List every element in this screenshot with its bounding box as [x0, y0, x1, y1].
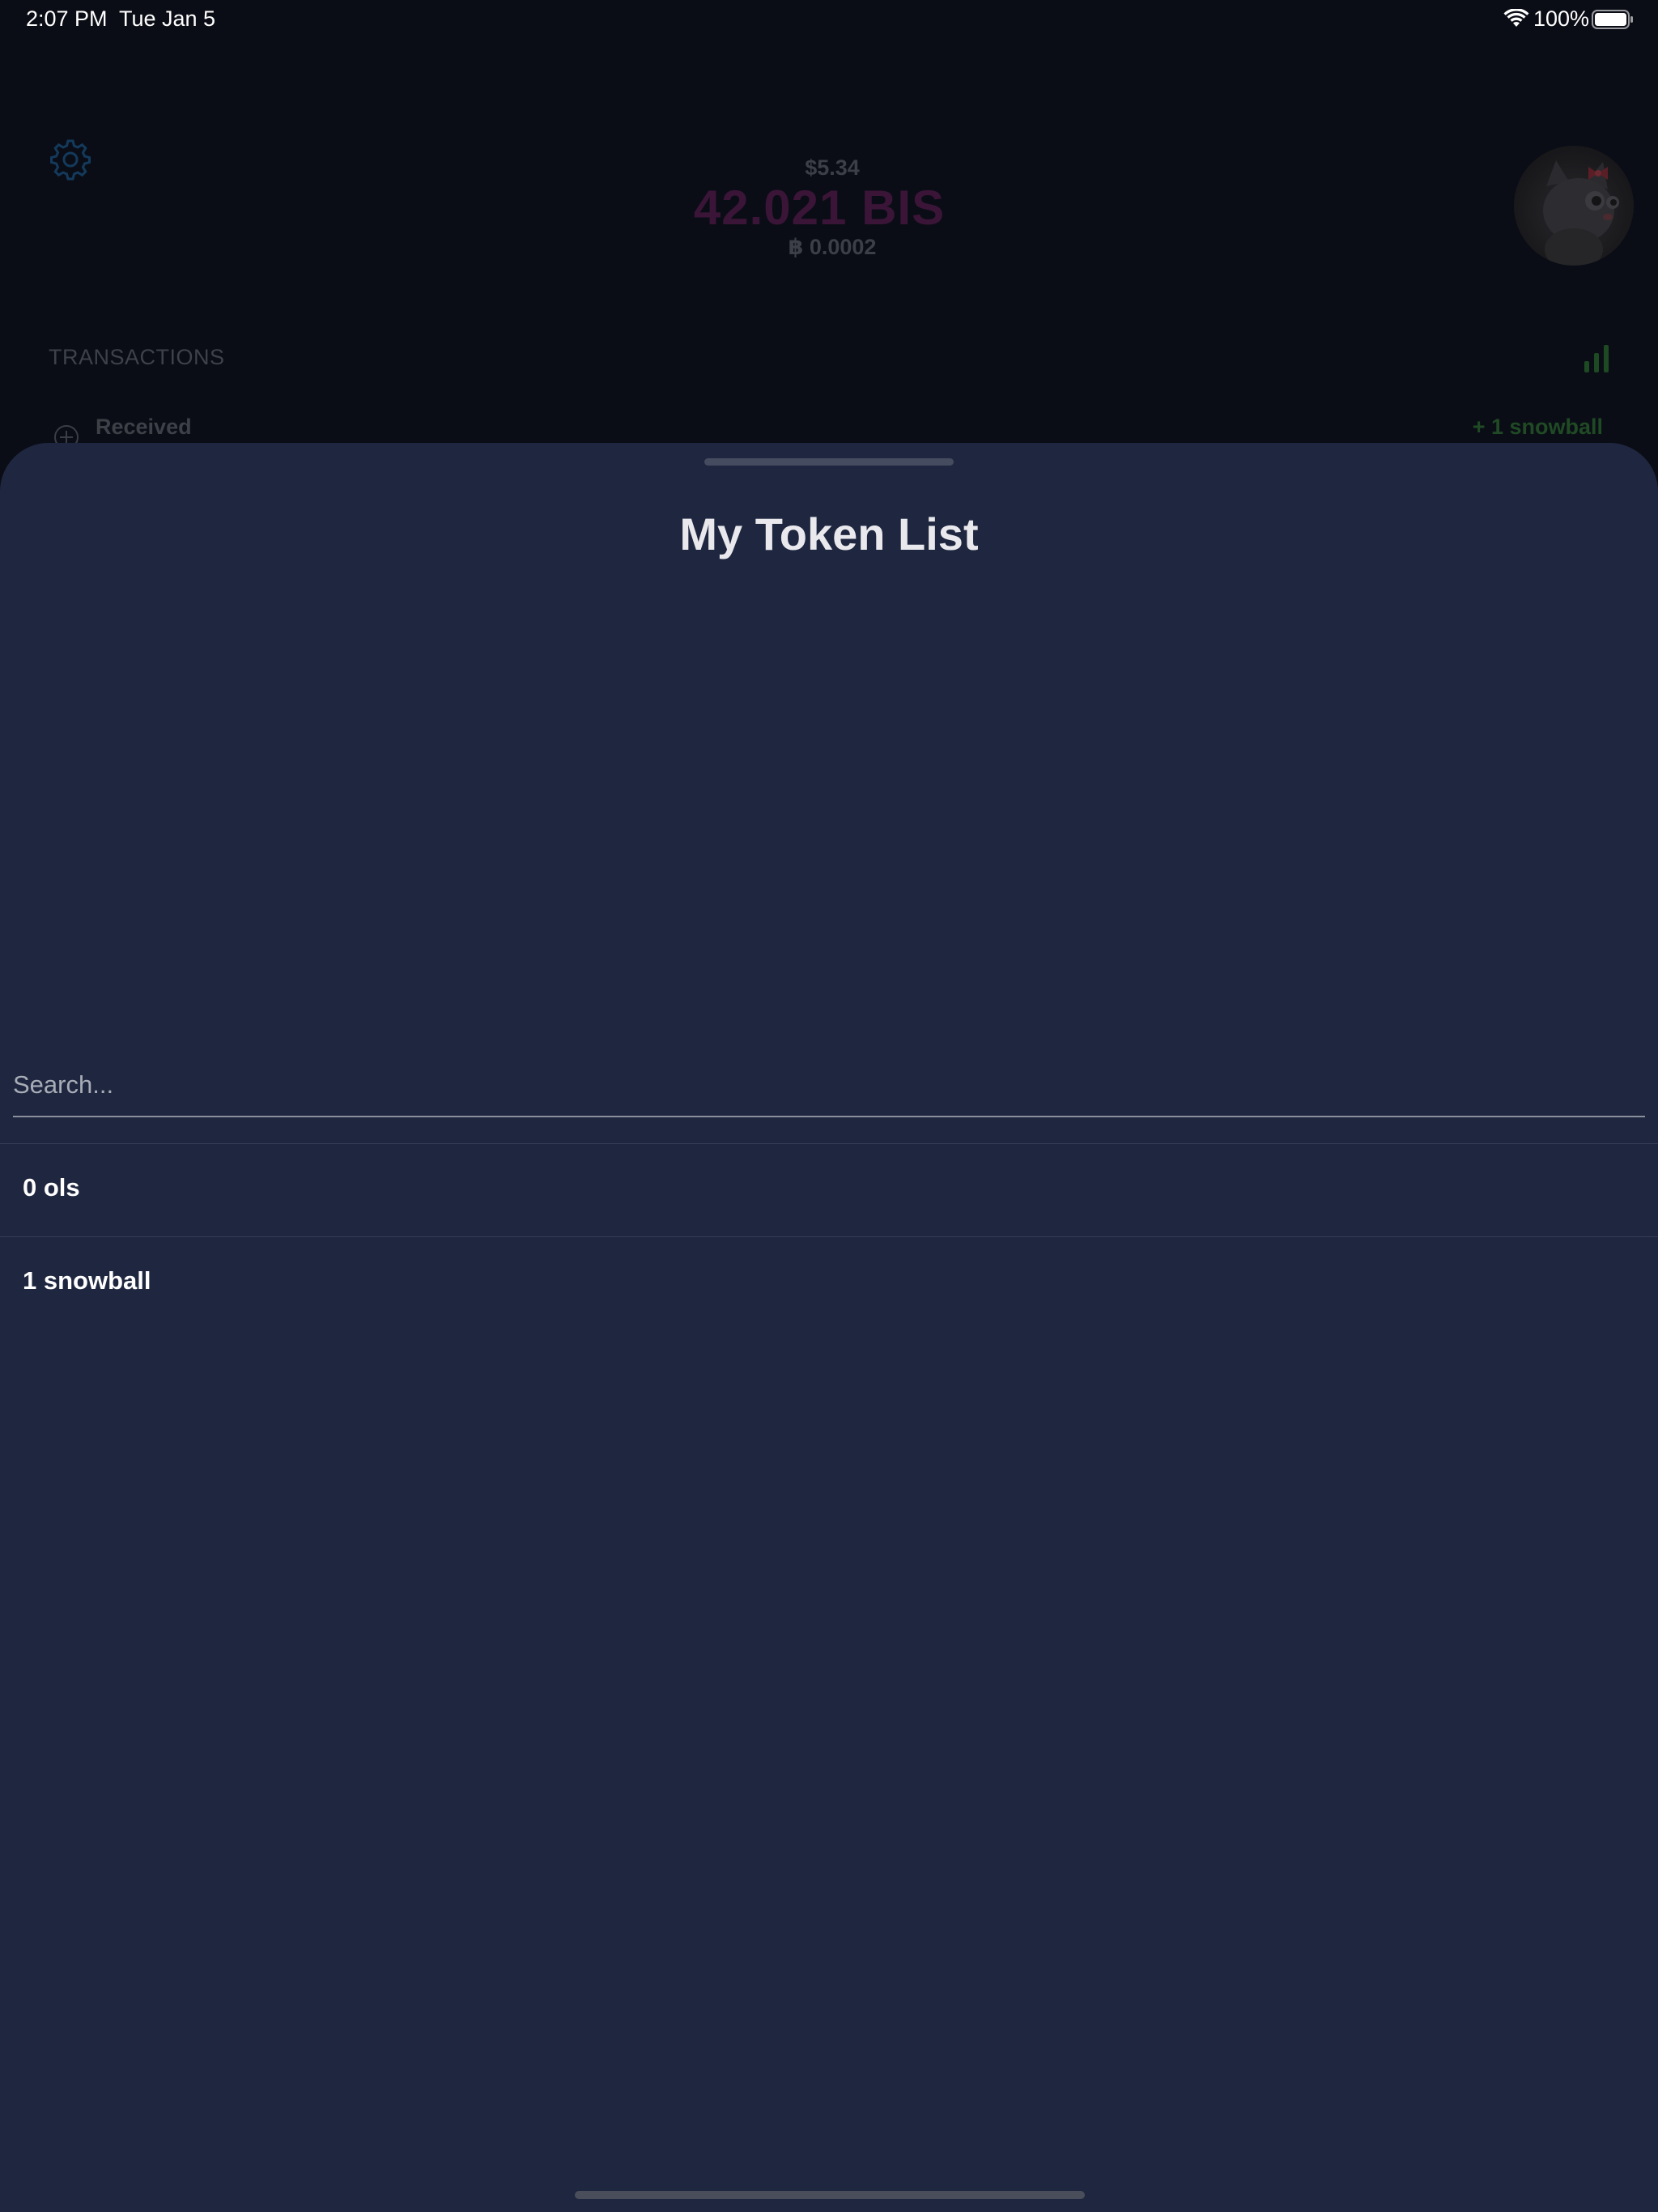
token-row-ols[interactable]: 0 ols — [0, 1144, 1658, 1236]
sheet-title: My Token List — [679, 508, 979, 559]
balance-bis: 42.021 BIS — [693, 181, 946, 235]
token-row-snowball[interactable]: 1 snowball — [0, 1237, 1658, 1329]
cat-avatar-icon — [1543, 160, 1619, 266]
wifi-icon — [1503, 9, 1529, 27]
avatar[interactable] — [1514, 146, 1634, 266]
status-date: Tue Jan 5 — [119, 6, 216, 31]
battery-icon — [1592, 10, 1633, 29]
search-input[interactable] — [13, 1054, 1645, 1117]
transaction-label[interactable]: Received — [96, 415, 192, 440]
balance-usd: $5.34 — [805, 155, 860, 180]
token-label: 1 snowball — [23, 1266, 151, 1295]
status-bar: 2:07 PM Tue Jan 5 100% — [0, 0, 1658, 40]
transaction-amount: + 1 snowball — [1472, 415, 1603, 439]
battery-percentage: 100% — [1533, 6, 1590, 31]
home-indicator[interactable] — [575, 2191, 1085, 2199]
token-label: 0 ols — [23, 1173, 80, 1202]
screen: 2:07 PM Tue Jan 5 100% $5.34 42.021 BIS … — [0, 0, 1658, 2212]
sheet-grabber[interactable] — [704, 458, 954, 466]
bar-chart-icon[interactable] — [1583, 343, 1610, 372]
balance-btc: ฿ 0.0002 — [788, 235, 877, 259]
transactions-header: TRANSACTIONS — [49, 345, 225, 369]
status-time: 2:07 PM — [26, 6, 108, 31]
token-list-sheet: My Token List 0 ols 1 snowball — [0, 443, 1658, 2212]
